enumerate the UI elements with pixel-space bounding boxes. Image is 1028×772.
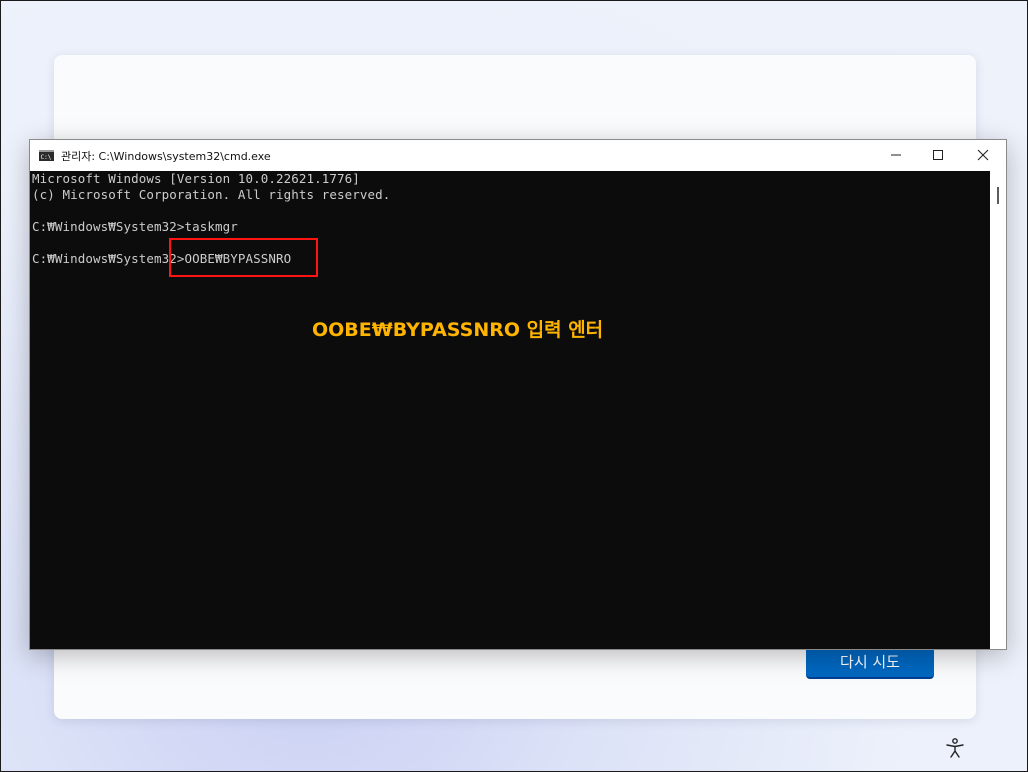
console-output[interactable]: Microsoft Windows [Version 10.0.22621.17… (30, 171, 990, 649)
svg-text:C:\: C:\ (41, 154, 52, 161)
maximize-button[interactable] (915, 140, 961, 170)
minimize-icon (891, 154, 901, 156)
console-line: C:₩Windows₩System32>taskmgr (32, 219, 238, 234)
window-title: 관리자: C:\Windows\system32\cmd.exe (61, 150, 271, 163)
console-line: (c) Microsoft Corporation. All rights re… (32, 187, 391, 202)
scroll-thumb[interactable] (997, 187, 999, 204)
minimize-button[interactable] (873, 140, 919, 170)
close-icon (977, 149, 989, 161)
retry-button[interactable]: 다시 시도 (806, 645, 934, 679)
vertical-scrollbar[interactable] (990, 171, 1006, 649)
accessibility-icon[interactable] (944, 737, 966, 759)
maximize-icon (933, 150, 943, 160)
cmd-window[interactable]: C:\ 관리자: C:\Windows\system32\cmd.exe Mic… (29, 139, 1007, 650)
console-line: Microsoft Windows [Version 10.0.22621.17… (32, 171, 360, 186)
annotation-text: OOBE₩BYPASSNRO 입력 엔터 (312, 319, 604, 341)
desktop-background: 다시 시도 C:\ 관리자: C:\Windows\system32\cmd.e… (0, 0, 1028, 772)
title-bar[interactable]: C:\ 관리자: C:\Windows\system32\cmd.exe (30, 140, 1006, 171)
command-highlight-box (169, 238, 318, 277)
close-button[interactable] (960, 140, 1006, 170)
cmd-icon: C:\ (39, 150, 54, 161)
